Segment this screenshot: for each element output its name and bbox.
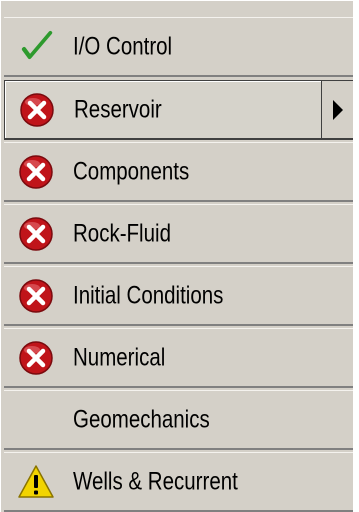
menu-item-reservoir[interactable]: Reservoir [4,80,354,140]
submenu-arrow-icon[interactable] [321,81,353,138]
error-icon [16,338,56,378]
error-icon [16,152,56,192]
error-icon [17,90,57,130]
menu-item-numerical[interactable]: Numerical [4,328,354,388]
menu-item-initial-conditions[interactable]: Initial Conditions [4,266,354,326]
menu-item-geomechanics[interactable]: Geomechanics [4,390,354,450]
check-icon [16,27,56,67]
menu-item-label: Numerical [73,343,166,371]
menu-item-label: Geomechanics [73,405,210,433]
menu-item-label: Reservoir [74,95,162,123]
menu-item-components[interactable]: Components [4,142,354,202]
menu-item-label: Rock-Fluid [73,219,171,247]
menu-item-label: Initial Conditions [73,281,224,309]
menu-item-label: Wells & Recurrent [73,467,238,495]
window-edge [353,0,359,512]
menu-item-label: I/O Control [73,32,173,60]
menu-item-label: Components [73,157,190,185]
menu-item-io-control[interactable]: I/O Control [4,17,354,77]
menu-item-rock-fluid[interactable]: Rock-Fluid [4,204,354,264]
menu-item-wells-recurrent[interactable]: Wells & Recurrent [4,452,354,512]
error-icon [16,276,56,316]
error-icon [16,214,56,254]
warning-icon [16,462,56,502]
section-menu: I/O Control Reservoir Components Rock-Fl… [0,0,359,512]
